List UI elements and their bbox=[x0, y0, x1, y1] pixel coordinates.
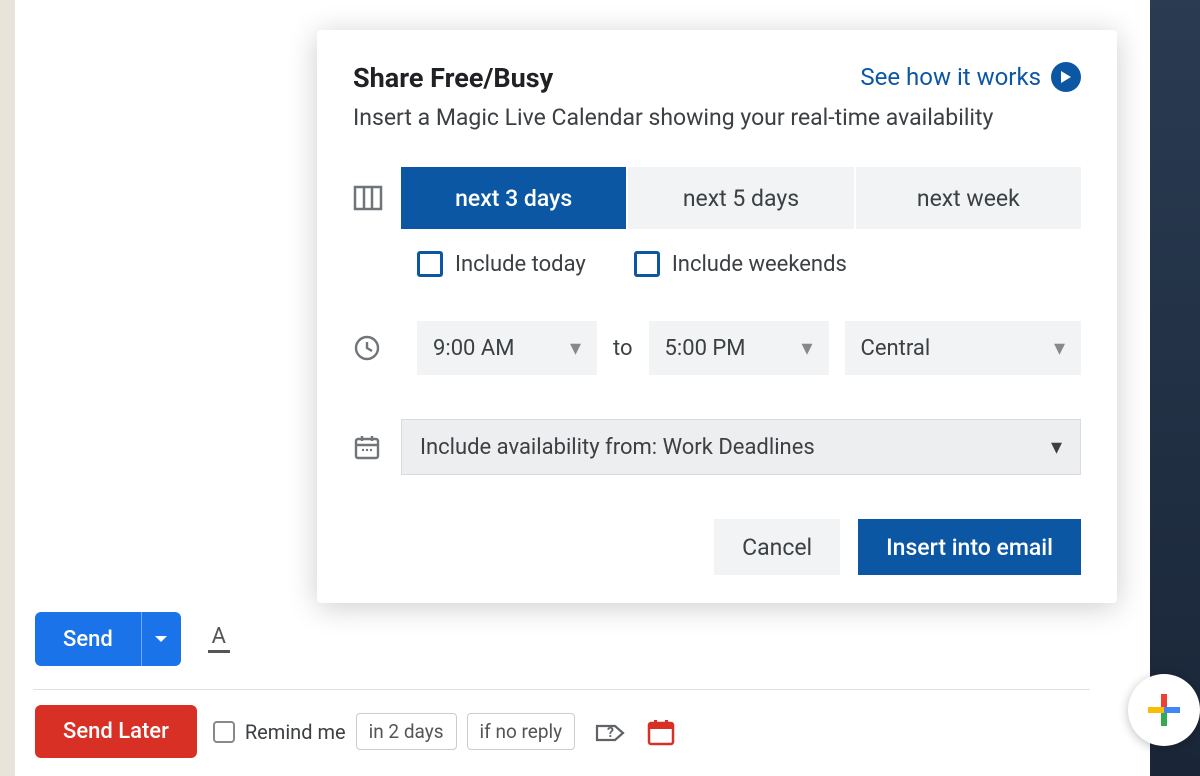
send-more-dropdown[interactable] bbox=[141, 612, 181, 666]
remind-me-group: Remind me in 2 days if no reply bbox=[213, 713, 575, 750]
chevron-down-icon: ▾ bbox=[570, 336, 581, 361]
plus-colored-icon bbox=[1144, 690, 1184, 730]
time-to-label: to bbox=[613, 336, 633, 361]
insert-into-email-button[interactable]: Insert into email bbox=[858, 519, 1081, 575]
chevron-down-icon: ▾ bbox=[801, 336, 812, 361]
range-next-5-days[interactable]: next 5 days bbox=[628, 167, 855, 229]
date-range-row: next 3 days next 5 days next week bbox=[353, 167, 1081, 229]
checkbox-icon bbox=[634, 251, 660, 277]
see-how-it-works-link[interactable]: See how it works bbox=[860, 62, 1081, 92]
background-right-strip bbox=[1150, 0, 1200, 776]
columns-icon bbox=[353, 185, 401, 211]
date-range-segmented: next 3 days next 5 days next week bbox=[401, 167, 1081, 229]
text-format-button[interactable]: A bbox=[205, 625, 233, 653]
chevron-down-icon: ▾ bbox=[1054, 336, 1065, 361]
text-format-icon: A bbox=[212, 626, 226, 648]
calendar-icon-button[interactable] bbox=[643, 714, 679, 750]
dialog-title: Share Free/Busy bbox=[353, 62, 553, 94]
range-next-3-days[interactable]: next 3 days bbox=[401, 167, 628, 229]
remind-time-chip[interactable]: in 2 days bbox=[356, 713, 457, 750]
dialog-footer: Cancel Insert into email bbox=[353, 519, 1081, 575]
svg-text:?: ? bbox=[607, 725, 614, 741]
dialog-header: Share Free/Busy See how it works bbox=[353, 62, 1081, 94]
tag-question-icon: ? bbox=[593, 716, 625, 748]
toolbar-divider bbox=[33, 689, 1090, 690]
checkbox-icon bbox=[417, 251, 443, 277]
dialog-subtitle: Insert a Magic Live Calendar showing you… bbox=[353, 104, 1081, 131]
availability-source-dropdown[interactable]: Include availability from: Work Deadline… bbox=[401, 419, 1081, 475]
timezone-dropdown[interactable]: Central ▾ bbox=[845, 321, 1081, 375]
include-options-row: Include today Include weekends bbox=[417, 251, 1081, 277]
google-plus-fab[interactable] bbox=[1128, 674, 1200, 746]
time-to-dropdown[interactable]: 5:00 PM ▾ bbox=[649, 321, 829, 375]
availability-source-row: Include availability from: Work Deadline… bbox=[353, 419, 1081, 475]
tracking-icon-button[interactable]: ? bbox=[591, 714, 627, 750]
include-weekends-checkbox[interactable]: Include weekends bbox=[634, 251, 847, 277]
compose-toolbar: Send A bbox=[35, 612, 233, 666]
send-button-group: Send bbox=[35, 612, 181, 666]
remind-me-checkbox[interactable] bbox=[213, 721, 235, 743]
send-button[interactable]: Send bbox=[35, 612, 141, 666]
time-range-row: 9:00 AM ▾ to 5:00 PM ▾ Central ▾ bbox=[353, 321, 1081, 375]
clock-icon bbox=[353, 334, 401, 362]
background-left-strip bbox=[0, 0, 15, 776]
chevron-down-icon bbox=[154, 634, 168, 644]
compose-bottom-row: Send Later Remind me in 2 days if no rep… bbox=[35, 705, 679, 758]
play-icon bbox=[1051, 62, 1081, 92]
time-from-dropdown[interactable]: 9:00 AM ▾ bbox=[417, 321, 597, 375]
share-free-busy-dialog: Share Free/Busy See how it works Insert … bbox=[317, 30, 1117, 603]
send-later-button[interactable]: Send Later bbox=[35, 705, 197, 758]
include-today-checkbox[interactable]: Include today bbox=[417, 251, 586, 277]
calendar-icon bbox=[646, 717, 676, 747]
remind-condition-chip[interactable]: if no reply bbox=[467, 713, 576, 750]
remind-me-label: Remind me bbox=[245, 720, 346, 744]
cancel-button[interactable]: Cancel bbox=[714, 519, 840, 575]
range-next-week[interactable]: next week bbox=[856, 167, 1081, 229]
chevron-down-icon: ▾ bbox=[1051, 435, 1062, 460]
calendar-outline-icon bbox=[353, 433, 401, 461]
